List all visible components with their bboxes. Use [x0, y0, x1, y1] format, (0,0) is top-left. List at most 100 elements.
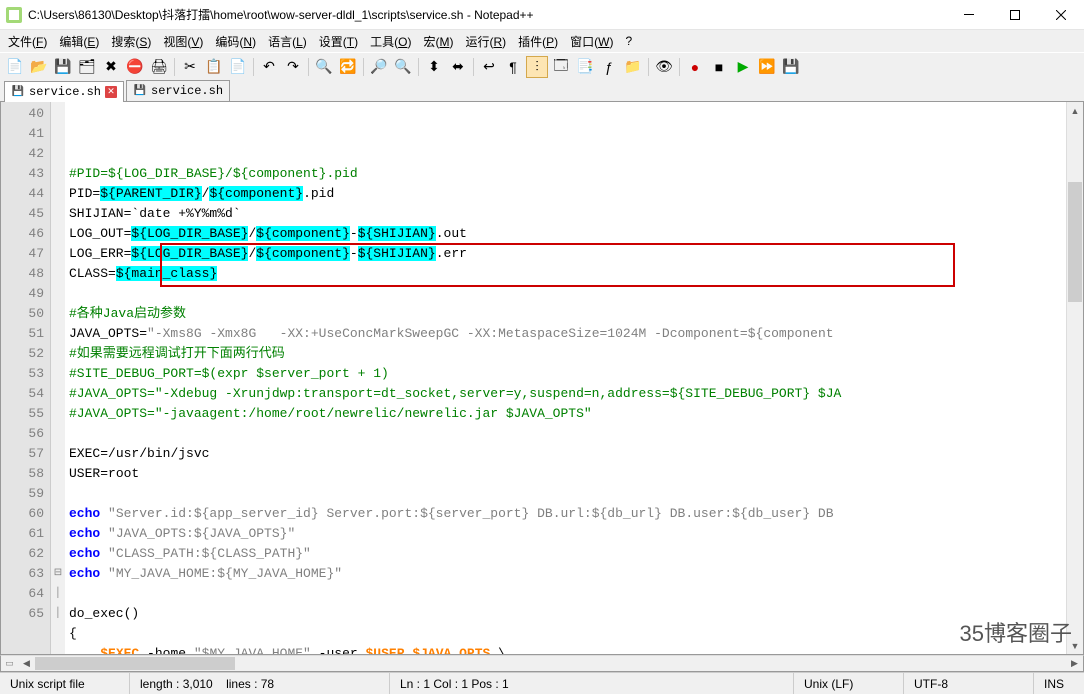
code-line[interactable]: echo "Server.id:${app_server_id} Server.… — [69, 504, 1062, 524]
scroll-left-icon[interactable]: ◀ — [18, 656, 35, 671]
save-all-icon[interactable]: 🗂 — [76, 56, 98, 78]
code-line[interactable]: #JAVA_OPTS="-Xdebug -Xrunjdwp:transport=… — [69, 384, 1062, 404]
code-line[interactable]: USER=root — [69, 464, 1062, 484]
fold-marker[interactable] — [51, 444, 65, 464]
funclist-icon[interactable]: ƒ — [598, 56, 620, 78]
new-file-icon[interactable]: 📄 — [4, 56, 26, 78]
menu-设置[interactable]: 设置(T) — [313, 31, 364, 52]
code-line[interactable]: SHIJIAN=`date +%Y%m%d` — [69, 204, 1062, 224]
code-line[interactable]: LOG_OUT=${LOG_DIR_BASE}/${component}-${S… — [69, 224, 1062, 244]
stop-icon[interactable]: ■ — [708, 56, 730, 78]
copy-icon[interactable]: 📋 — [203, 56, 225, 78]
menu-插件[interactable]: 插件(P) — [512, 31, 564, 52]
fold-marker[interactable] — [51, 484, 65, 504]
redo-icon[interactable]: ↷ — [282, 56, 304, 78]
scroll-thumb-h[interactable] — [35, 657, 235, 670]
fold-marker[interactable]: │ — [51, 584, 65, 604]
close-all-icon[interactable]: ⛔ — [124, 56, 146, 78]
vertical-scrollbar[interactable]: ▲ ▼ — [1066, 102, 1083, 654]
code-line[interactable]: PID=${PARENT_DIR}/${component}.pid — [69, 184, 1062, 204]
fold-marker[interactable] — [51, 204, 65, 224]
fold-marker[interactable] — [51, 224, 65, 244]
folder-icon[interactable]: 📁 — [622, 56, 644, 78]
code-line[interactable] — [69, 284, 1062, 304]
undo-icon[interactable]: ↶ — [258, 56, 280, 78]
fold-marker[interactable] — [51, 524, 65, 544]
code-line[interactable]: EXEC=/usr/bin/jsvc — [69, 444, 1062, 464]
file-tab[interactable]: 💾service.sh✕ — [4, 81, 124, 102]
code-line[interactable]: JAVA_OPTS="-Xms8G -Xmx8G -XX:+UseConcMar… — [69, 324, 1062, 344]
code-area[interactable]: #PID=${LOG_DIR_BASE}/${component}.pidPID… — [65, 102, 1066, 654]
sync-h-icon[interactable]: ⬌ — [447, 56, 469, 78]
replace-icon[interactable]: 🔁 — [337, 56, 359, 78]
close-button[interactable] — [1038, 0, 1084, 30]
fold-marker[interactable] — [51, 544, 65, 564]
fold-marker[interactable] — [51, 164, 65, 184]
userlang-icon[interactable]: 🗔 — [550, 56, 572, 78]
code-line[interactable] — [69, 584, 1062, 604]
code-line[interactable]: #PID=${LOG_DIR_BASE}/${component}.pid — [69, 164, 1062, 184]
scroll-thumb-v[interactable] — [1068, 182, 1082, 302]
close-file-icon[interactable]: ✖ — [100, 56, 122, 78]
savemacro-icon[interactable]: 💾 — [780, 56, 802, 78]
menu-编辑[interactable]: 编辑(E) — [53, 31, 105, 52]
menu-视图[interactable]: 视图(V) — [157, 31, 209, 52]
save-icon[interactable]: 💾 — [52, 56, 74, 78]
fold-marker[interactable] — [51, 404, 65, 424]
menu-语言[interactable]: 语言(L) — [262, 31, 313, 52]
print-icon[interactable]: 🖨 — [148, 56, 170, 78]
code-line[interactable]: #如果需要远程调试打开下面两行代码 — [69, 344, 1062, 364]
fold-marker[interactable] — [51, 244, 65, 264]
code-line[interactable]: #JAVA_OPTS="-javaagent:/home/root/newrel… — [69, 404, 1062, 424]
code-line[interactable] — [69, 484, 1062, 504]
menu-工具[interactable]: 工具(O) — [364, 31, 417, 52]
code-line[interactable]: do_exec() — [69, 604, 1062, 624]
fold-marker[interactable] — [51, 184, 65, 204]
record-icon[interactable]: ● — [684, 56, 706, 78]
fold-marker[interactable] — [51, 144, 65, 164]
fold-marker[interactable] — [51, 124, 65, 144]
horizontal-scrollbar[interactable]: ▭ ◀ ▶ — [0, 655, 1084, 672]
fold-marker[interactable] — [51, 284, 65, 304]
scroll-up-icon[interactable]: ▲ — [1067, 102, 1083, 119]
showall-icon[interactable]: ¶ — [502, 56, 524, 78]
fold-marker[interactable] — [51, 424, 65, 444]
fold-marker[interactable] — [51, 324, 65, 344]
zoom-out-icon[interactable]: 🔍 — [392, 56, 414, 78]
code-line[interactable]: echo "JAVA_OPTS:${JAVA_OPTS}" — [69, 524, 1062, 544]
open-file-icon[interactable]: 📂 — [28, 56, 50, 78]
fold-gutter[interactable]: ⊟││ — [51, 102, 65, 654]
code-line[interactable]: { — [69, 624, 1062, 644]
code-line[interactable]: echo "MY_JAVA_HOME:${MY_JAVA_HOME}" — [69, 564, 1062, 584]
minimize-button[interactable] — [946, 0, 992, 30]
menu-运行[interactable]: 运行(R) — [459, 31, 512, 52]
docmap-icon[interactable]: 📑 — [574, 56, 596, 78]
sync-v-icon[interactable]: ⬍ — [423, 56, 445, 78]
play-icon[interactable]: ▶ — [732, 56, 754, 78]
find-icon[interactable]: 🔍 — [313, 56, 335, 78]
code-line[interactable]: $EXEC -home "$MY_JAVA_HOME" -user $USER … — [69, 644, 1062, 654]
scroll-track-h[interactable] — [35, 656, 1066, 671]
paste-icon[interactable]: 📄 — [227, 56, 249, 78]
fold-marker[interactable]: ⊟ — [51, 564, 65, 584]
fold-marker[interactable]: │ — [51, 604, 65, 624]
fold-marker[interactable] — [51, 504, 65, 524]
fold-marker[interactable] — [51, 364, 65, 384]
code-line[interactable]: echo "CLASS_PATH:${CLASS_PATH}" — [69, 544, 1062, 564]
code-line[interactable]: #各种Java启动参数 — [69, 304, 1062, 324]
fold-marker[interactable] — [51, 344, 65, 364]
editor[interactable]: 4041424344454647484950515253545556575859… — [0, 102, 1084, 655]
menu-宏[interactable]: 宏(M) — [417, 31, 459, 52]
cut-icon[interactable]: ✂ — [179, 56, 201, 78]
menu-搜索[interactable]: 搜索(S) — [105, 31, 157, 52]
fold-marker[interactable] — [51, 104, 65, 124]
menu-文件[interactable]: 文件(F) — [2, 31, 53, 52]
monitor-icon[interactable]: 👁 — [653, 56, 675, 78]
menu-?[interactable]: ? — [619, 32, 638, 50]
indent-guide-icon[interactable]: ⫶ — [526, 56, 548, 78]
maximize-button[interactable] — [992, 0, 1038, 30]
tab-close-icon[interactable]: ✕ — [105, 86, 117, 98]
fold-marker[interactable] — [51, 304, 65, 324]
menu-编码[interactable]: 编码(N) — [209, 31, 262, 52]
menu-窗口[interactable]: 窗口(W) — [564, 31, 619, 52]
